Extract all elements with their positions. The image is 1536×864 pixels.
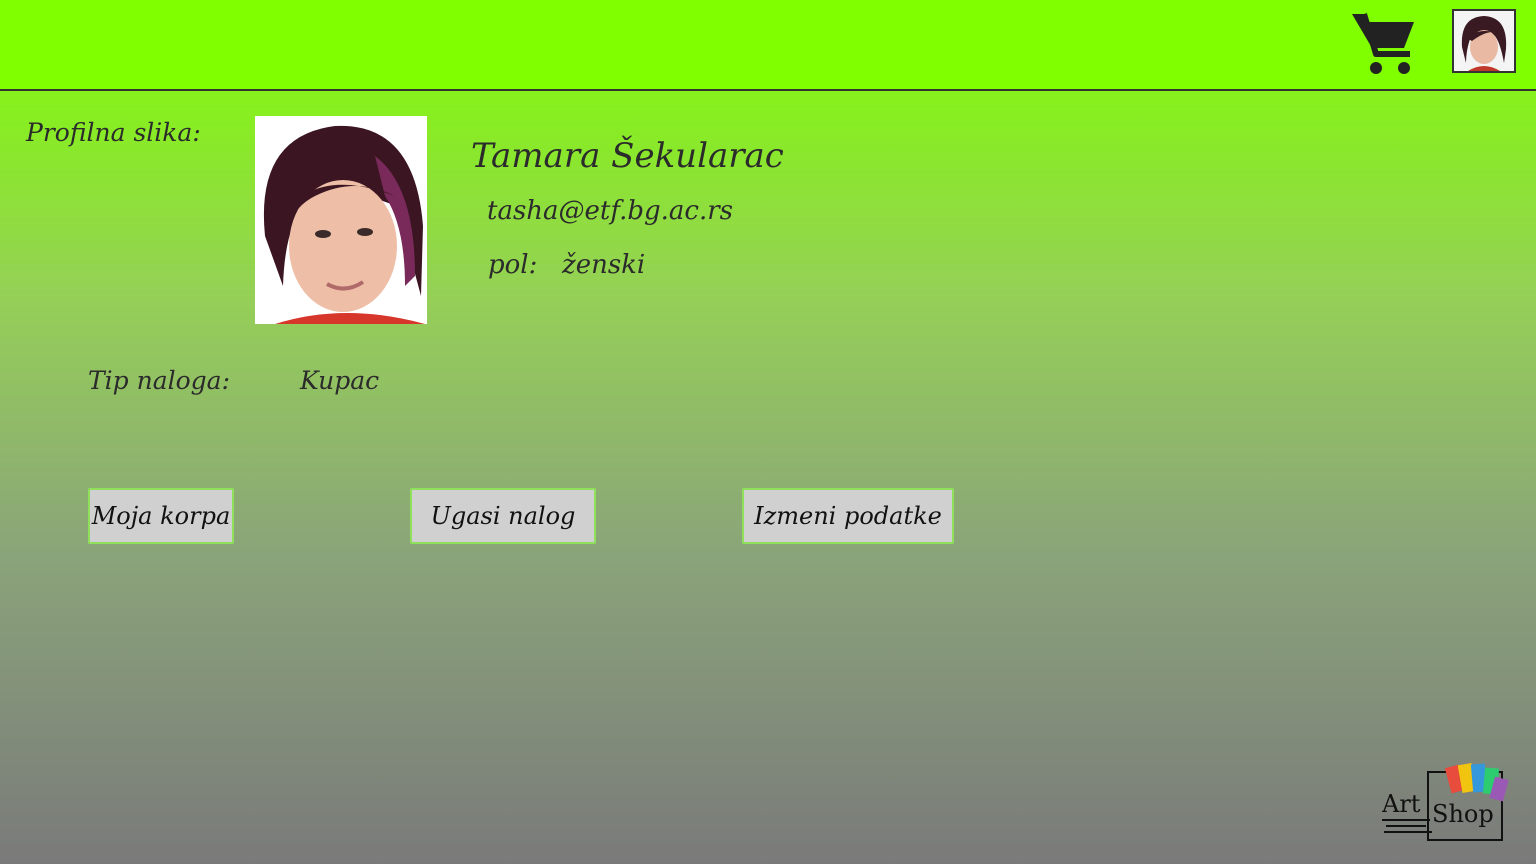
account-type-label: Tip naloga: [88, 366, 231, 395]
account-type-value: Kupac [300, 366, 380, 395]
top-bar [0, 0, 1536, 91]
edit-profile-button[interactable]: Izmeni podatke [742, 488, 954, 544]
artshop-logo: Art Shop [1382, 762, 1509, 841]
logo-shop-text: Shop [1432, 800, 1494, 828]
gender-value: ženski [562, 250, 646, 280]
profile-picture-label: Profilna slika: [26, 118, 201, 147]
gender-label: pol: [488, 250, 538, 280]
shopping-cart-icon[interactable] [1350, 8, 1418, 76]
user-email: tasha@etf.bg.ac.rs [487, 196, 733, 226]
user-avatar-icon[interactable] [1452, 9, 1516, 73]
profile-photo [255, 116, 427, 324]
deactivate-account-button[interactable]: Ugasi nalog [410, 488, 596, 544]
my-cart-button[interactable]: Moja korpa [88, 488, 234, 544]
logo-art-text: Art [1382, 790, 1421, 818]
user-name: Tamara Šekularac [471, 136, 784, 176]
